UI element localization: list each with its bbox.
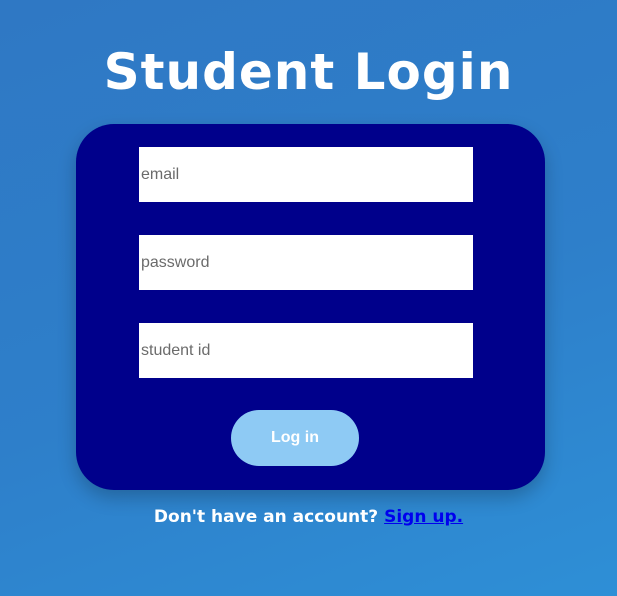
page-title: Student Login <box>103 43 514 101</box>
signup-prompt-text: Don't have an account? <box>153 507 379 527</box>
signup-link[interactable]: Sign up. <box>384 507 463 527</box>
student-id-input[interactable] <box>139 323 473 378</box>
signup-prompt: Don't have an account? Sign up. <box>0 506 617 528</box>
password-input[interactable] <box>139 235 473 290</box>
email-input[interactable] <box>139 147 473 202</box>
login-card: Log in <box>76 124 545 490</box>
login-button[interactable]: Log in <box>231 410 359 466</box>
